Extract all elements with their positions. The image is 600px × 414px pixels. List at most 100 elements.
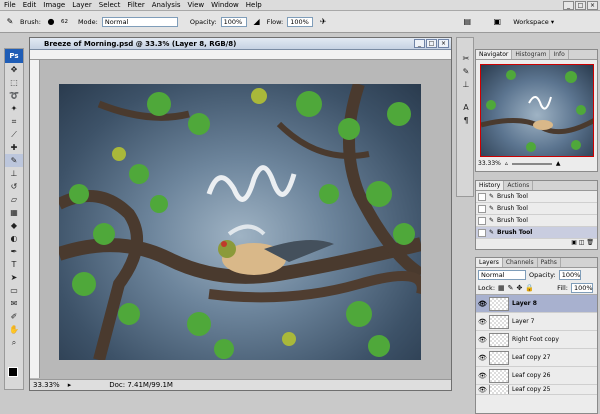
menu-filter[interactable]: Filter xyxy=(127,1,144,9)
mode-select[interactable]: Normal xyxy=(101,16,178,27)
eye-icon[interactable]: 👁 xyxy=(478,300,487,308)
tool-presets-icon[interactable]: ✂ xyxy=(457,52,475,65)
fill-field[interactable]: 100% xyxy=(570,283,593,293)
airbrush-icon[interactable]: ✈ xyxy=(317,16,329,28)
history-source-checkbox[interactable] xyxy=(478,228,486,237)
menu-select[interactable]: Select xyxy=(99,1,121,9)
history-brush-tool-icon[interactable]: ↺ xyxy=(5,180,23,193)
eraser-tool-icon[interactable]: ▱ xyxy=(5,193,23,206)
flow-pressure-icon[interactable]: ▤ xyxy=(461,16,473,28)
character-icon[interactable]: A xyxy=(457,101,475,114)
lock-position-icon[interactable]: ✥ xyxy=(517,284,523,292)
eye-icon[interactable]: 👁 xyxy=(478,318,487,326)
opacity-pressure-icon[interactable]: ◢ xyxy=(251,16,263,28)
brushes-icon[interactable]: ✎ xyxy=(457,65,475,78)
brush-tip-icon[interactable]: ● xyxy=(45,16,57,28)
eyedropper-tool-icon[interactable]: ✐ xyxy=(5,310,23,323)
history-item[interactable]: ✎ Brush Tool xyxy=(476,227,597,239)
opacity-field[interactable]: 100% xyxy=(220,16,247,27)
bridge-icon[interactable]: ▣ xyxy=(491,16,503,28)
eye-icon[interactable]: 👁 xyxy=(478,386,487,394)
healing-tool-icon[interactable]: ✚ xyxy=(5,141,23,154)
path-select-tool-icon[interactable]: ➤ xyxy=(5,271,23,284)
tab-info[interactable]: Info xyxy=(550,50,569,59)
layer-opacity-field[interactable]: 100% xyxy=(558,270,581,280)
history-source-checkbox[interactable] xyxy=(478,192,486,201)
canvas-artwork[interactable] xyxy=(59,84,421,360)
paragraph-icon[interactable]: ¶ xyxy=(457,114,475,127)
zoom-slider[interactable] xyxy=(511,162,552,165)
doc-minimize-button[interactable]: _ xyxy=(414,39,425,48)
navigator-zoom-value[interactable]: 33.33% xyxy=(478,160,501,167)
brush-tool-icon[interactable]: ✎ xyxy=(5,154,23,167)
layer-row[interactable]: 👁 Leaf copy 25 xyxy=(476,385,597,395)
layer-row[interactable]: 👁 Leaf copy 26 xyxy=(476,367,597,385)
zoom-in-icon[interactable]: ▲ xyxy=(556,160,561,167)
tab-paths[interactable]: Paths xyxy=(538,258,561,267)
lock-transparency-icon[interactable]: ▦ xyxy=(498,284,505,292)
blur-tool-icon[interactable]: ◆ xyxy=(5,219,23,232)
history-source-checkbox[interactable] xyxy=(478,204,486,213)
pen-tool-icon[interactable]: ✒ xyxy=(5,245,23,258)
hand-tool-icon[interactable]: ✋ xyxy=(5,323,23,336)
zoom-level[interactable]: 33.33% xyxy=(33,381,60,389)
minimize-button[interactable]: _ xyxy=(563,1,574,10)
close-button[interactable]: × xyxy=(587,1,598,10)
menu-view[interactable]: View xyxy=(188,1,205,9)
slice-tool-icon[interactable]: ⟋ xyxy=(5,128,23,141)
stamp-tool-icon[interactable]: ⊥ xyxy=(5,167,23,180)
zoom-out-icon[interactable]: ▵ xyxy=(505,160,508,167)
menu-edit[interactable]: Edit xyxy=(23,1,37,9)
brush-preset-icon[interactable]: ✎ xyxy=(4,16,16,28)
tab-histogram[interactable]: Histogram xyxy=(512,50,551,59)
menu-file[interactable]: File xyxy=(4,1,16,9)
tab-actions[interactable]: Actions xyxy=(504,181,534,190)
type-tool-icon[interactable]: T xyxy=(5,258,23,271)
zoom-tool-icon[interactable]: ⌕ xyxy=(5,336,23,349)
new-document-icon[interactable]: ▣ xyxy=(571,239,577,246)
history-item[interactable]: ✎ Brush Tool xyxy=(476,203,597,215)
menu-image[interactable]: Image xyxy=(43,1,65,9)
lock-pixels-icon[interactable]: ✎ xyxy=(508,284,514,292)
lock-all-icon[interactable]: 🔒 xyxy=(525,284,534,292)
clone-source-icon[interactable]: ⊥ xyxy=(457,78,475,91)
blend-mode-select[interactable]: Normal xyxy=(478,270,526,280)
move-tool-icon[interactable]: ✥ xyxy=(5,63,23,76)
flow-field[interactable]: 100% xyxy=(287,16,314,27)
layer-row[interactable]: 👁 Layer 7 xyxy=(476,313,597,331)
eye-icon[interactable]: 👁 xyxy=(478,354,487,362)
menu-layer[interactable]: Layer xyxy=(72,1,92,9)
magic-wand-tool-icon[interactable]: ✦ xyxy=(5,102,23,115)
history-item[interactable]: ✎ Brush Tool xyxy=(476,215,597,227)
marquee-tool-icon[interactable]: ⬚ xyxy=(5,76,23,89)
dodge-tool-icon[interactable]: ◐ xyxy=(5,232,23,245)
layer-row[interactable]: 👁 Layer 8 xyxy=(476,295,597,313)
tab-history[interactable]: History xyxy=(476,181,505,190)
tab-layers[interactable]: Layers xyxy=(476,258,503,267)
notes-tool-icon[interactable]: ✉ xyxy=(5,297,23,310)
crop-tool-icon[interactable]: ⌗ xyxy=(5,115,23,128)
maximize-button[interactable]: □ xyxy=(575,1,586,10)
doc-maximize-button[interactable]: □ xyxy=(426,39,437,48)
layer-row[interactable]: 👁 Leaf copy 27 xyxy=(476,349,597,367)
tab-channels[interactable]: Channels xyxy=(503,258,538,267)
status-arrow-icon[interactable]: ▸ xyxy=(68,381,72,389)
menu-window[interactable]: Window xyxy=(211,1,239,9)
menu-analysis[interactable]: Analysis xyxy=(152,1,181,9)
eye-icon[interactable]: 👁 xyxy=(478,336,487,344)
layer-row[interactable]: 👁 Right Foot copy xyxy=(476,331,597,349)
history-source-checkbox[interactable] xyxy=(478,216,486,225)
eye-icon[interactable]: 👁 xyxy=(478,372,487,380)
navigator-thumbnail[interactable] xyxy=(480,64,594,157)
menu-help[interactable]: Help xyxy=(246,1,262,9)
workspace-menu[interactable]: Workspace ▾ xyxy=(513,18,554,26)
foreground-color-swatch[interactable] xyxy=(8,367,18,377)
tab-navigator[interactable]: Navigator xyxy=(476,50,513,59)
shape-tool-icon[interactable]: ▭ xyxy=(5,284,23,297)
doc-close-button[interactable]: × xyxy=(438,39,449,48)
document-title[interactable]: Breeze of Morning.psd @ 33.3% (Layer 8, … xyxy=(30,38,451,50)
trash-icon[interactable]: 🗑 xyxy=(586,239,594,246)
lasso-tool-icon[interactable]: ➰ xyxy=(5,89,23,102)
gradient-tool-icon[interactable]: ▦ xyxy=(5,206,23,219)
new-snapshot-icon[interactable]: ◫ xyxy=(579,239,585,246)
